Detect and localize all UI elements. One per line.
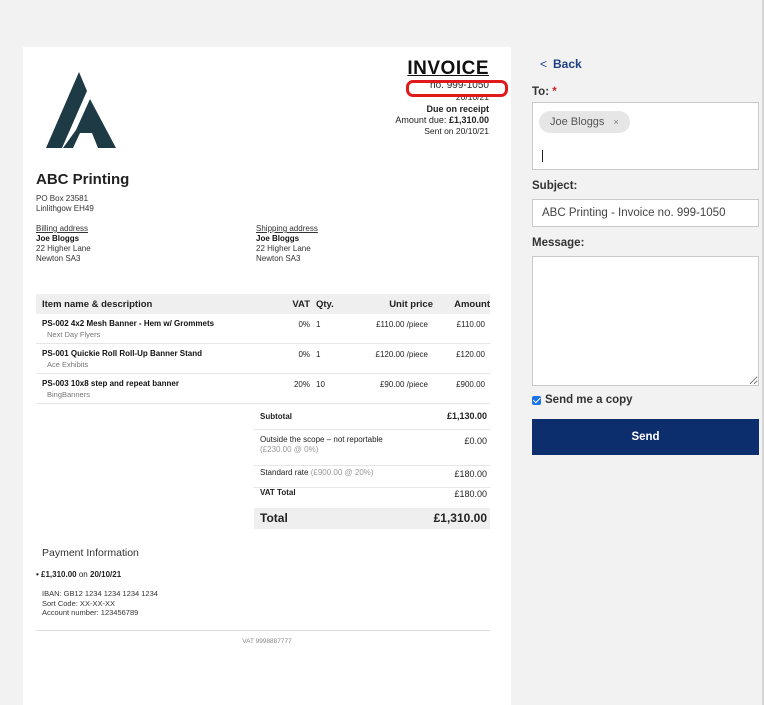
recipient-chip[interactable]: Joe Bloggs × (539, 111, 630, 133)
header-vat: VAT (292, 298, 310, 310)
outside-scope-row: Outside the scope – not reportable (£230… (254, 430, 490, 466)
billing-address-label: Billing address (36, 224, 89, 233)
bank-details: IBAN: GB12 1234 1234 1234 1234 Sort Code… (42, 589, 158, 617)
invoice-preview: INVOICE no. 999-1050 20/10/21 Due on rec… (23, 47, 511, 705)
invoice-amount-due: Amount due: £1,310.00 (395, 115, 489, 125)
message-label: Message: (532, 237, 585, 249)
invoice-header: INVOICE no. 999-1050 20/10/21 Due on rec… (395, 58, 489, 137)
total-row: Total £1,310.00 (254, 508, 490, 529)
header-qty: Qty. (316, 298, 334, 310)
subject-input[interactable] (532, 199, 759, 227)
send-panel: <Back To: * Joe Bloggs× Subject: Message… (532, 0, 759, 705)
back-link[interactable]: < Back (540, 57, 582, 71)
vat-number: VAT 9998887777 (242, 638, 292, 645)
chevron-left-icon: < (540, 57, 548, 71)
send-button[interactable]: Send (532, 419, 759, 455)
vat-total-row: VAT Total £180.00 (260, 488, 487, 499)
items-table: Item name & description VAT Qty. Unit pr… (36, 294, 490, 404)
table-row: PS-003 10x8 step and repeat banner BingB… (36, 374, 490, 404)
subtotal-row: Subtotal £1,130.00 (254, 404, 490, 430)
company-name: ABC Printing (36, 171, 130, 188)
shipping-address: Shipping address Joe Bloggs 22 Higher La… (256, 224, 318, 263)
standard-rate-row: Standard rate (£900.00 @ 20%) £180.00 (254, 466, 490, 488)
send-copy-checkbox[interactable] (532, 395, 541, 405)
subject-label: Subject: (532, 180, 578, 192)
invoice-title: INVOICE (407, 58, 489, 79)
payment-line: • £1,310.00 on 20/10/21 (36, 570, 122, 579)
header-amount: Amount (454, 298, 490, 310)
company-logo (46, 72, 116, 148)
billing-address: Billing address Joe Bloggs 22 Higher Lan… (36, 224, 91, 263)
table-row: PS-001 Quickie Roll Roll-Up Banner Stand… (36, 344, 490, 374)
header-unit-price: Unit price (389, 298, 433, 310)
message-textarea[interactable] (532, 256, 759, 386)
to-label: To: * (532, 86, 557, 98)
invoice-sent: Sent on 20/10/21 (424, 126, 489, 136)
invoice-due: Due on receipt (426, 104, 489, 114)
company-address: PO Box 23581 Linlithgow EH49 (36, 194, 94, 213)
header-item: Item name & description (42, 298, 153, 310)
text-caret (542, 150, 543, 162)
required-marker: * (552, 86, 557, 98)
payment-info-title: Payment Information (42, 547, 139, 559)
items-table-header: Item name & description VAT Qty. Unit pr… (36, 294, 490, 314)
send-copy-option[interactable]: Send me a copy (532, 394, 633, 406)
remove-recipient-icon[interactable]: × (613, 117, 618, 127)
table-row: PS-002 4x2 Mesh Banner - Hem w/ Grommets… (36, 314, 490, 344)
invoice-number-highlight (406, 80, 508, 97)
recipients-field[interactable]: Joe Bloggs × (532, 102, 759, 170)
footer-divider (36, 630, 490, 631)
shipping-address-label: Shipping address (256, 224, 318, 233)
